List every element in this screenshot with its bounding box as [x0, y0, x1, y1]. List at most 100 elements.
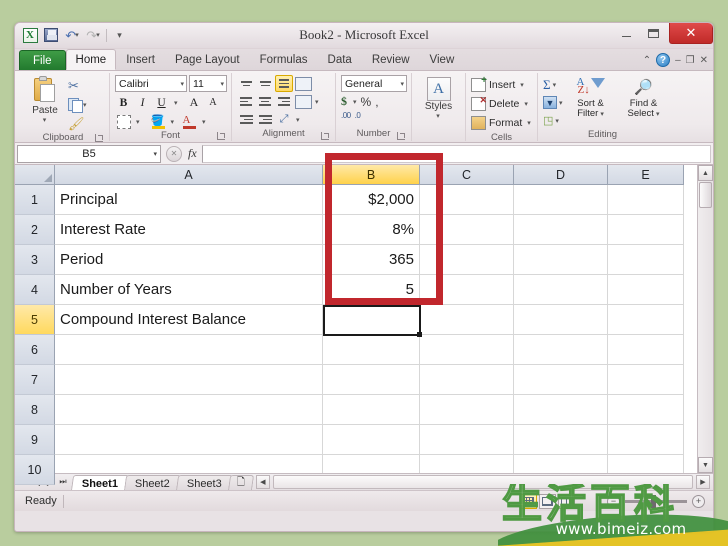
increase-indent-button[interactable]	[256, 111, 274, 128]
cell-e5[interactable]	[608, 305, 684, 335]
cell-b7[interactable]	[323, 365, 420, 395]
cell-d8[interactable]	[514, 395, 608, 425]
cell-b3[interactable]: 365	[323, 245, 420, 275]
column-header-d[interactable]: D	[514, 165, 608, 185]
cell-d6[interactable]	[514, 335, 608, 365]
tab-review[interactable]: Review	[362, 49, 420, 70]
cell-a8[interactable]	[55, 395, 323, 425]
insert-cells-button[interactable]: Insert▾	[471, 75, 531, 94]
cell-e2[interactable]	[608, 215, 684, 245]
column-header-a[interactable]: A	[55, 165, 323, 185]
cell-a3[interactable]: Period	[55, 245, 323, 275]
comma-style-button[interactable]: ,	[375, 95, 378, 109]
cell-b6[interactable]	[323, 335, 420, 365]
cell-e7[interactable]	[608, 365, 684, 395]
tab-page-layout[interactable]: Page Layout	[165, 49, 250, 70]
cancel-entry-icon[interactable]: ✕	[166, 145, 182, 162]
last-sheet-button[interactable]: ⏭	[57, 477, 69, 487]
decrease-indent-button[interactable]	[237, 111, 255, 128]
row-header-1[interactable]: 1	[15, 185, 55, 215]
tab-formulas[interactable]: Formulas	[250, 49, 318, 70]
copy-button[interactable]: ▾	[68, 96, 87, 113]
cell-c3[interactable]	[420, 245, 514, 275]
page-break-view-button[interactable]	[558, 493, 575, 509]
number-format-combo[interactable]: General ▾	[341, 75, 407, 92]
scroll-up-button[interactable]: ▲	[698, 165, 713, 181]
clipboard-dialog-launcher[interactable]	[95, 134, 103, 142]
cell-b8[interactable]	[323, 395, 420, 425]
minimize-button[interactable]	[613, 23, 640, 43]
sort-filter-button[interactable]: A Z↓ Sort & Filter ▾	[566, 75, 616, 120]
zoom-slider-thumb[interactable]	[651, 494, 656, 508]
bold-button[interactable]: B	[115, 94, 132, 111]
tab-file[interactable]: File	[19, 50, 66, 70]
page-layout-view-button[interactable]	[539, 493, 556, 509]
hscroll-right-button[interactable]: ▶	[696, 475, 710, 489]
merge-center-button[interactable]	[294, 93, 312, 110]
autosum-button[interactable]: Σ ▾	[543, 76, 563, 93]
cell-e9[interactable]	[608, 425, 684, 455]
select-all-button[interactable]	[15, 165, 55, 185]
row-header-6[interactable]: 6	[15, 335, 55, 365]
find-select-button[interactable]: 🔎 Find & Select ▾	[619, 75, 669, 120]
name-box-dropdown-icon[interactable]: ▾	[153, 150, 157, 158]
orientation-button[interactable]: ⤢	[275, 111, 293, 128]
row-header-5[interactable]: 5	[15, 305, 55, 335]
cell-e10[interactable]	[608, 455, 684, 473]
column-header-e[interactable]: E	[608, 165, 684, 185]
italic-button[interactable]: I	[134, 94, 151, 111]
wrap-text-button[interactable]	[294, 75, 312, 92]
normal-view-button[interactable]	[520, 493, 537, 509]
ribbon-options-icon[interactable]: ⌃	[643, 55, 651, 66]
zoom-slider-track[interactable]	[625, 494, 687, 508]
restore-button[interactable]	[640, 23, 667, 43]
borders-dropdown-icon[interactable]: ▾	[136, 118, 140, 126]
cell-c7[interactable]	[420, 365, 514, 395]
cell-b4[interactable]: 5	[323, 275, 420, 305]
font-color-button[interactable]: A	[181, 113, 198, 130]
paste-button[interactable]: Paste ▾	[22, 75, 68, 124]
zoom-out-button[interactable]: −	[607, 494, 620, 508]
cell-e4[interactable]	[608, 275, 684, 305]
cell-c8[interactable]	[420, 395, 514, 425]
cell-d3[interactable]	[514, 245, 608, 275]
minimize-ribbon-icon[interactable]: –	[675, 55, 681, 66]
align-left-button[interactable]	[237, 93, 255, 110]
cell-b1[interactable]: $2,000	[323, 185, 420, 215]
tab-home[interactable]: Home	[65, 49, 117, 70]
cell-d10[interactable]	[514, 455, 608, 473]
cell-c2[interactable]	[420, 215, 514, 245]
cell-d4[interactable]	[514, 275, 608, 305]
insert-function-icon[interactable]: fx	[188, 146, 197, 161]
middle-align-button[interactable]	[275, 75, 293, 92]
fill-button[interactable]: ▼ ▾	[543, 94, 563, 111]
cell-a9[interactable]	[55, 425, 323, 455]
styles-button[interactable]: A Styles ▾	[417, 75, 460, 120]
close-button[interactable]: ✕	[669, 23, 713, 44]
accounting-format-button[interactable]: $	[341, 94, 347, 109]
zoom-in-button[interactable]: +	[692, 494, 705, 508]
clear-button[interactable]: ◳ ▾	[543, 112, 563, 129]
cell-e8[interactable]	[608, 395, 684, 425]
cell-a7[interactable]	[55, 365, 323, 395]
cell-d5[interactable]	[514, 305, 608, 335]
tab-insert[interactable]: Insert	[116, 49, 165, 70]
cell-c10[interactable]	[420, 455, 514, 473]
sheet-tab-sheet1[interactable]: Sheet1	[70, 474, 130, 491]
row-header-8[interactable]: 8	[15, 395, 55, 425]
cell-a1[interactable]: Principal	[55, 185, 323, 215]
fill-color-dropdown-icon[interactable]: ▾	[171, 118, 175, 126]
cell-e3[interactable]	[608, 245, 684, 275]
vertical-scrollbar[interactable]: ▲ ▼	[697, 165, 713, 473]
font-name-combo[interactable]: Calibri ▾	[115, 75, 187, 92]
decrease-decimal-button[interactable]: .0	[355, 111, 361, 120]
cell-b9[interactable]	[323, 425, 420, 455]
sheet-tab-sheet2[interactable]: Sheet2	[123, 474, 182, 491]
name-box[interactable]: B5 ▾	[17, 144, 161, 163]
format-painter-button[interactable]: 🖌	[68, 115, 87, 132]
sheet-tab-sheet3[interactable]: Sheet3	[175, 474, 233, 491]
row-header-7[interactable]: 7	[15, 365, 55, 395]
fill-color-button[interactable]: 🪣	[150, 113, 167, 130]
accounting-dropdown-icon[interactable]: ▾	[353, 98, 357, 106]
cell-a2[interactable]: Interest Rate	[55, 215, 323, 245]
